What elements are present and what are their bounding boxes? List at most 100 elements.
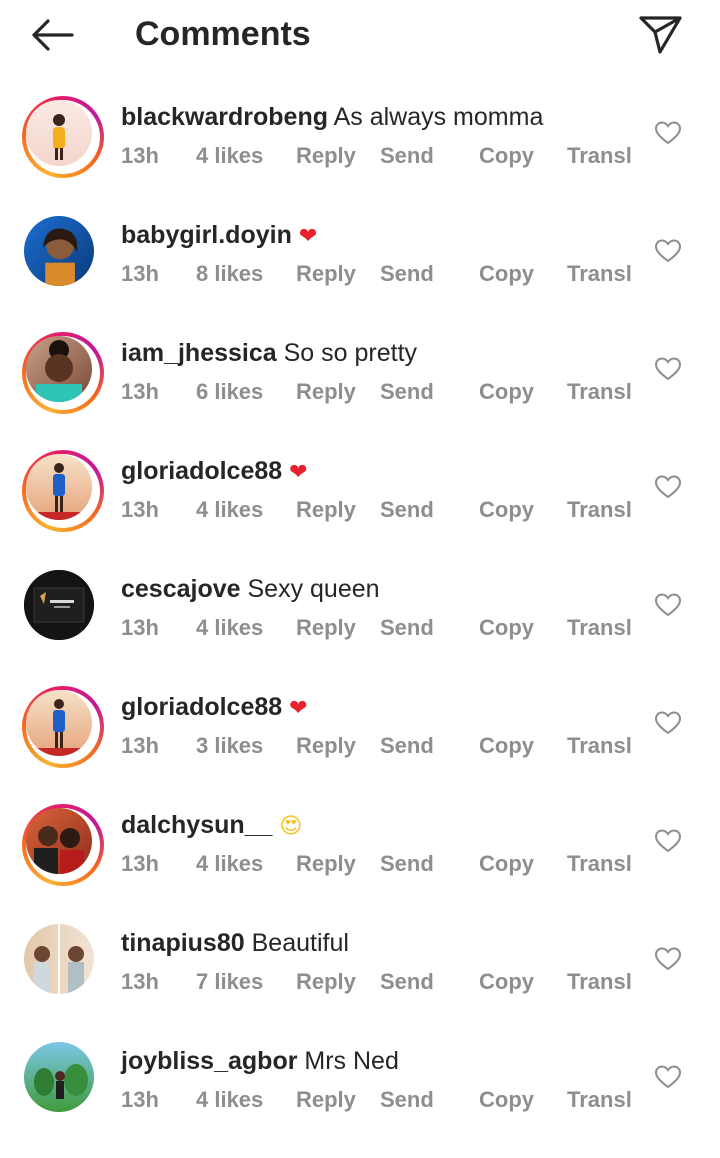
translate-button[interactable]: Transl <box>567 850 632 878</box>
reply-button[interactable]: Reply <box>296 614 356 642</box>
comment-likes[interactable]: 6 likes <box>196 378 263 406</box>
translate-button[interactable]: Transl <box>567 496 632 524</box>
comment-item: tinapius80 Beautiful 13h 7 likes Reply S… <box>0 922 720 1040</box>
comment-likes[interactable]: 4 likes <box>196 614 263 642</box>
translate-button[interactable]: Transl <box>567 732 632 760</box>
share-button[interactable] <box>636 12 686 56</box>
like-button[interactable] <box>654 238 682 264</box>
reply-button[interactable]: Reply <box>296 260 356 288</box>
comment-likes[interactable]: 7 likes <box>196 968 263 996</box>
copy-button[interactable]: Copy <box>479 850 534 878</box>
copy-button[interactable]: Copy <box>479 732 534 760</box>
copy-button[interactable]: Copy <box>479 260 534 288</box>
comment-text-line: tinapius80 Beautiful <box>121 928 349 958</box>
translate-button[interactable]: Transl <box>567 378 632 406</box>
translate-button[interactable]: Transl <box>567 968 632 996</box>
comment-text-line: gloriadolce88 ❤ <box>121 456 308 488</box>
heart-emoji: ❤ <box>289 460 308 485</box>
reply-button[interactable]: Reply <box>296 378 356 406</box>
comment-username[interactable]: tinapius80 <box>121 929 245 957</box>
comment-item: babygirl.doyin ❤ 13h 8 likes Reply Send … <box>0 214 720 332</box>
comment-text: Sexy queen <box>247 575 380 603</box>
avatar[interactable] <box>22 686 104 768</box>
copy-button[interactable]: Copy <box>479 614 534 642</box>
comment-item: cescajove Sexy queen 13h 4 likes Reply S… <box>0 568 720 686</box>
reply-button[interactable]: Reply <box>296 1086 356 1114</box>
like-button[interactable] <box>654 828 682 854</box>
like-button[interactable] <box>654 710 682 736</box>
reply-button[interactable]: Reply <box>296 732 356 760</box>
profile-photo <box>26 808 92 874</box>
avatar[interactable] <box>22 804 104 886</box>
translate-button[interactable]: Transl <box>567 614 632 642</box>
comment-item: blackwardrobeng As always momma 13h 4 li… <box>0 96 720 214</box>
reply-button[interactable]: Reply <box>296 850 356 878</box>
comment-username[interactable]: dalchysun__ <box>121 811 272 839</box>
comment-text-line: cescajove Sexy queen <box>121 574 380 604</box>
copy-button[interactable]: Copy <box>479 142 534 170</box>
like-button[interactable] <box>654 946 682 972</box>
like-button[interactable] <box>654 474 682 500</box>
heart-emoji: ❤ <box>298 224 318 249</box>
page-title: Comments <box>135 15 311 53</box>
comment-text-line: joybliss_agbor Mrs Ned <box>121 1046 399 1076</box>
comment-time: 13h <box>121 379 159 404</box>
avatar[interactable] <box>22 1040 104 1122</box>
send-button[interactable]: Send <box>380 850 434 878</box>
comment-time: 13h <box>121 851 159 876</box>
copy-button[interactable]: Copy <box>479 378 534 406</box>
like-button[interactable] <box>654 120 682 146</box>
send-button[interactable]: Send <box>380 142 434 170</box>
reply-button[interactable]: Reply <box>296 142 356 170</box>
comment-text-line: iam_jhessica So so pretty <box>121 338 417 368</box>
comment-username[interactable]: gloriadolce88 <box>121 457 282 485</box>
copy-button[interactable]: Copy <box>479 496 534 524</box>
reply-button[interactable]: Reply <box>296 968 356 996</box>
heart-outline-icon <box>654 1065 682 1089</box>
send-button[interactable]: Send <box>380 968 434 996</box>
translate-button[interactable]: Transl <box>567 1086 632 1114</box>
copy-button[interactable]: Copy <box>479 1086 534 1114</box>
comment-username[interactable]: babygirl.doyin <box>121 221 292 249</box>
comment-username[interactable]: blackwardrobeng <box>121 103 328 131</box>
comment-time: 13h <box>121 733 159 758</box>
profile-photo <box>24 216 94 286</box>
send-button[interactable]: Send <box>380 614 434 642</box>
translate-button[interactable]: Transl <box>567 142 632 170</box>
comment-likes[interactable]: 4 likes <box>196 142 263 170</box>
send-button[interactable]: Send <box>380 378 434 406</box>
comment-likes[interactable]: 3 likes <box>196 732 263 760</box>
comment-time: 13h <box>121 615 159 640</box>
translate-button[interactable]: Transl <box>567 260 632 288</box>
reply-button[interactable]: Reply <box>296 496 356 524</box>
comment-username[interactable]: joybliss_agbor <box>121 1047 297 1075</box>
comment-likes[interactable]: 8 likes <box>196 260 263 288</box>
comment-time: 13h <box>121 1087 159 1112</box>
heart-outline-icon <box>654 121 682 145</box>
avatar[interactable] <box>22 568 104 650</box>
comment-username[interactable]: iam_jhessica <box>121 339 277 367</box>
comment-item: gloriadolce88 ❤ 13h 3 likes Reply Send C… <box>0 686 720 804</box>
copy-button[interactable]: Copy <box>479 968 534 996</box>
heart-outline-icon <box>654 593 682 617</box>
send-button[interactable]: Send <box>380 732 434 760</box>
avatar[interactable] <box>22 450 104 532</box>
like-button[interactable] <box>654 592 682 618</box>
comment-username[interactable]: gloriadolce88 <box>121 693 282 721</box>
comment-likes[interactable]: 4 likes <box>196 496 263 524</box>
send-button[interactable]: Send <box>380 1086 434 1114</box>
like-button[interactable] <box>654 1064 682 1090</box>
comment-likes[interactable]: 4 likes <box>196 1086 263 1114</box>
send-button[interactable]: Send <box>380 260 434 288</box>
avatar[interactable] <box>22 332 104 414</box>
comment-likes[interactable]: 4 likes <box>196 850 263 878</box>
comment-username[interactable]: cescajove <box>121 575 241 603</box>
send-button[interactable]: Send <box>380 496 434 524</box>
avatar[interactable] <box>22 214 104 296</box>
avatar[interactable] <box>22 96 104 178</box>
back-button[interactable] <box>28 14 78 56</box>
like-button[interactable] <box>654 356 682 382</box>
heart-outline-icon <box>654 475 682 499</box>
heart-outline-icon <box>654 829 682 853</box>
avatar[interactable] <box>22 922 104 1004</box>
